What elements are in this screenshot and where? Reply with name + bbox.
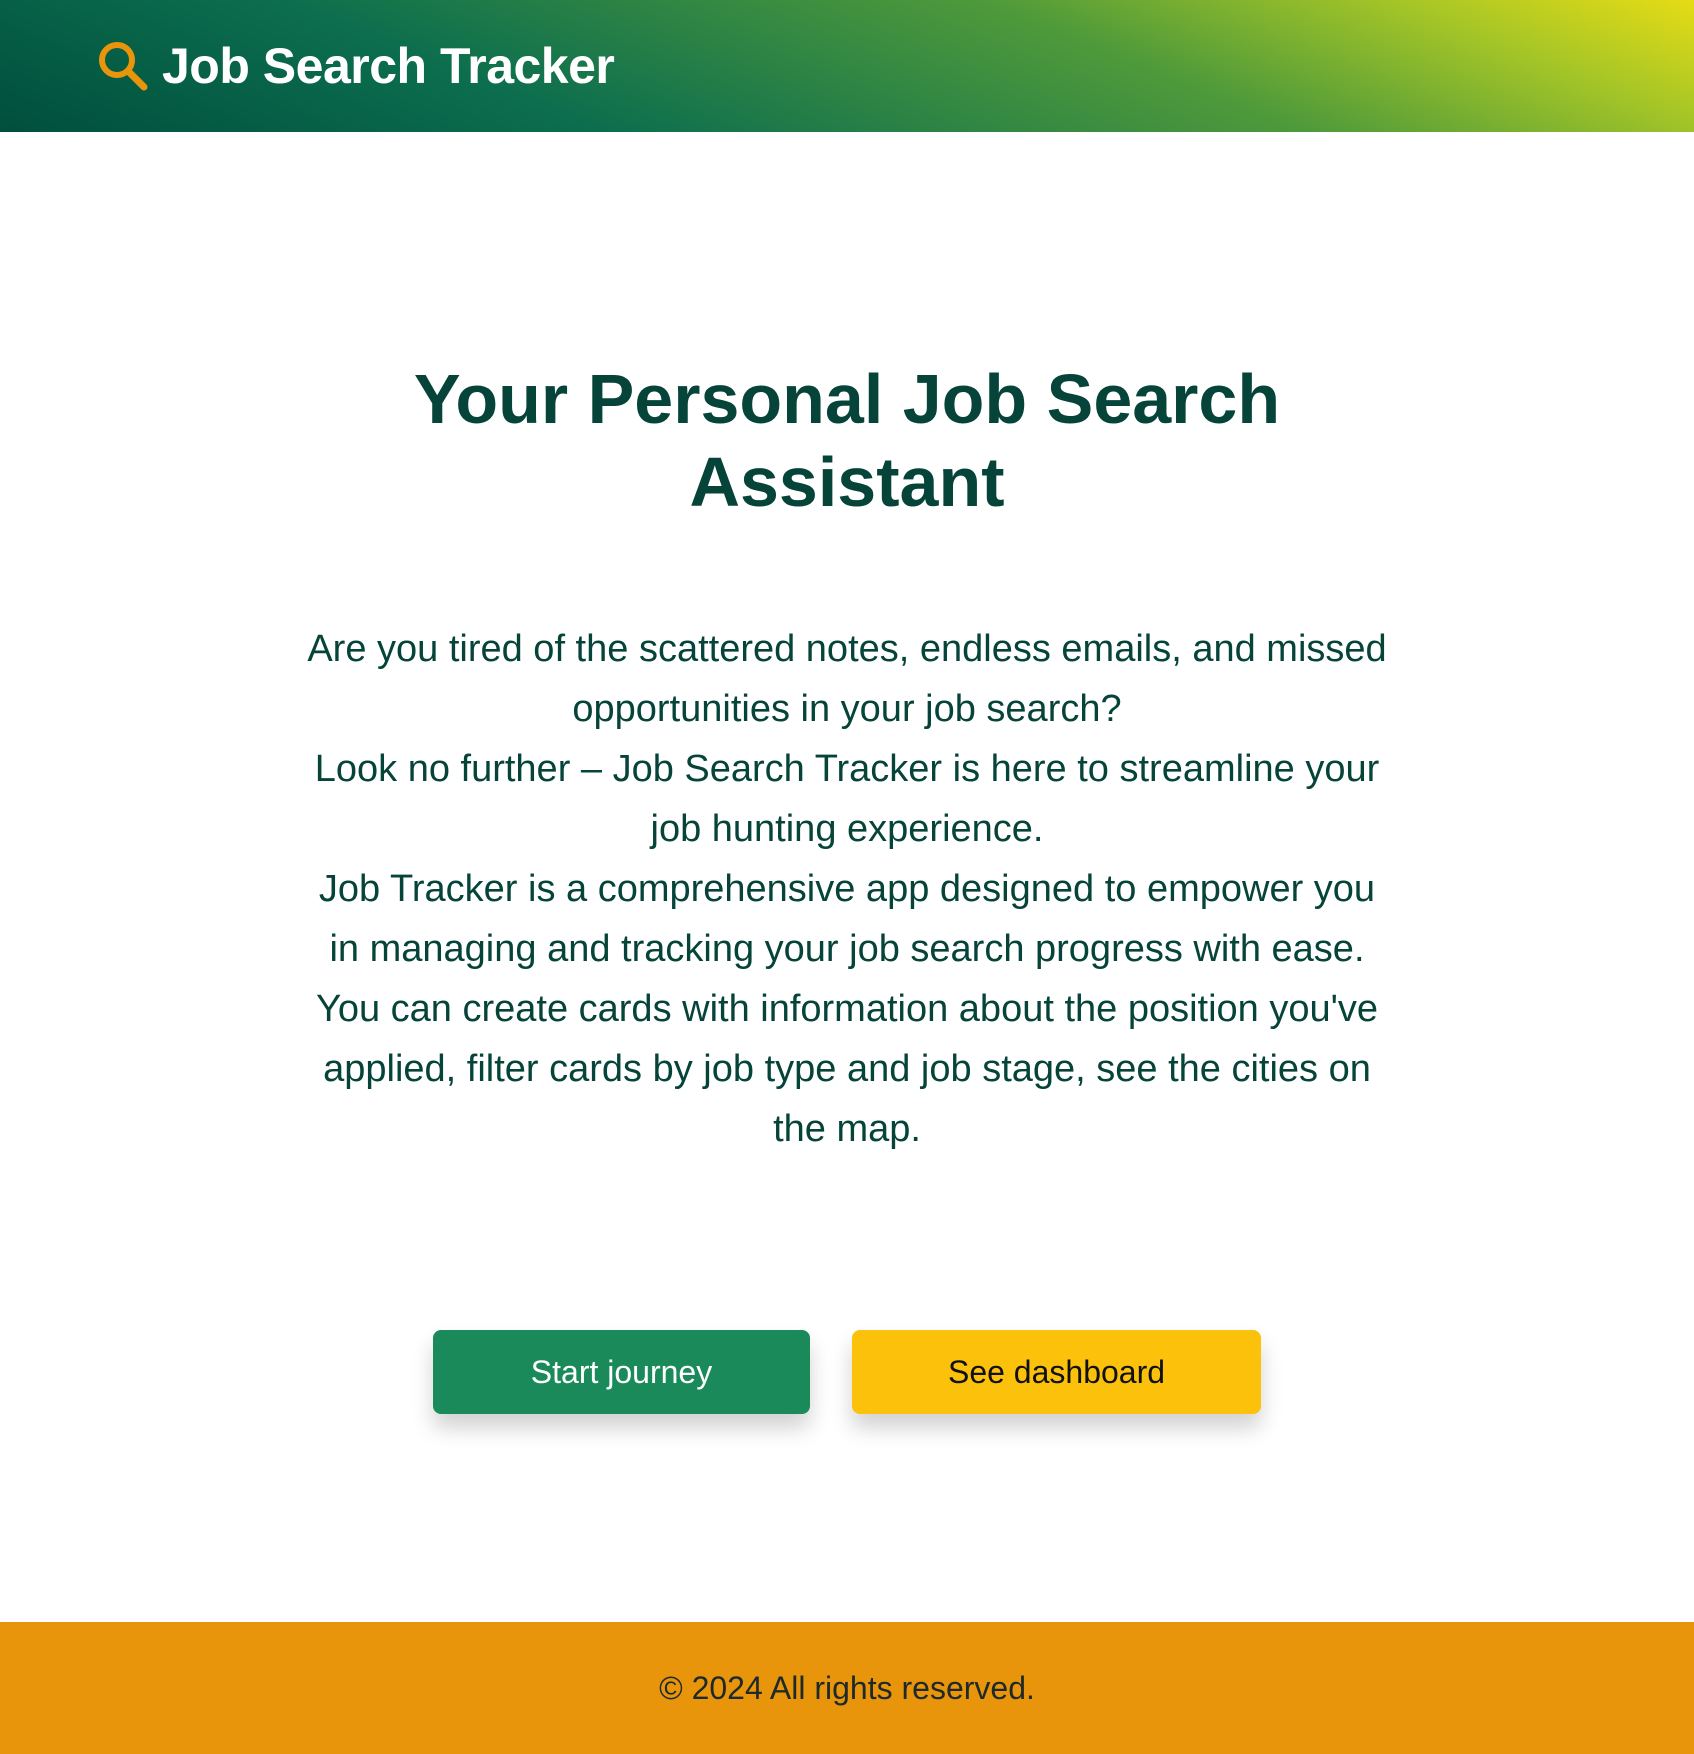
hero-description: Are you tired of the scattered notes, en… — [300, 619, 1394, 1159]
landing-main: Your Personal Job Search Assistant Are y… — [0, 132, 1694, 1622]
start-journey-button[interactable]: Start journey — [433, 1330, 810, 1414]
copyright-text: © 2024 All rights reserved. — [659, 1669, 1035, 1706]
see-dashboard-button[interactable]: See dashboard — [852, 1330, 1261, 1414]
brand-link[interactable]: Job Search Tracker — [96, 0, 615, 132]
hero-title: Your Personal Job Search Assistant — [413, 360, 1281, 521]
app-footer: © 2024 All rights reserved. — [0, 1622, 1694, 1754]
hero-paragraph-3: Job Tracker is a comprehensive app desig… — [318, 868, 1376, 970]
app-title: Job Search Tracker — [162, 38, 615, 94]
hero-paragraph-2: Look no further – Job Search Tracker is … — [314, 748, 1380, 850]
hero-paragraph-1: Are you tired of the scattered notes, en… — [307, 628, 1387, 730]
hero-paragraph-4: You can create cards with information ab… — [315, 988, 1379, 1150]
search-icon — [96, 39, 150, 93]
app-header: Job Search Tracker — [0, 0, 1694, 132]
